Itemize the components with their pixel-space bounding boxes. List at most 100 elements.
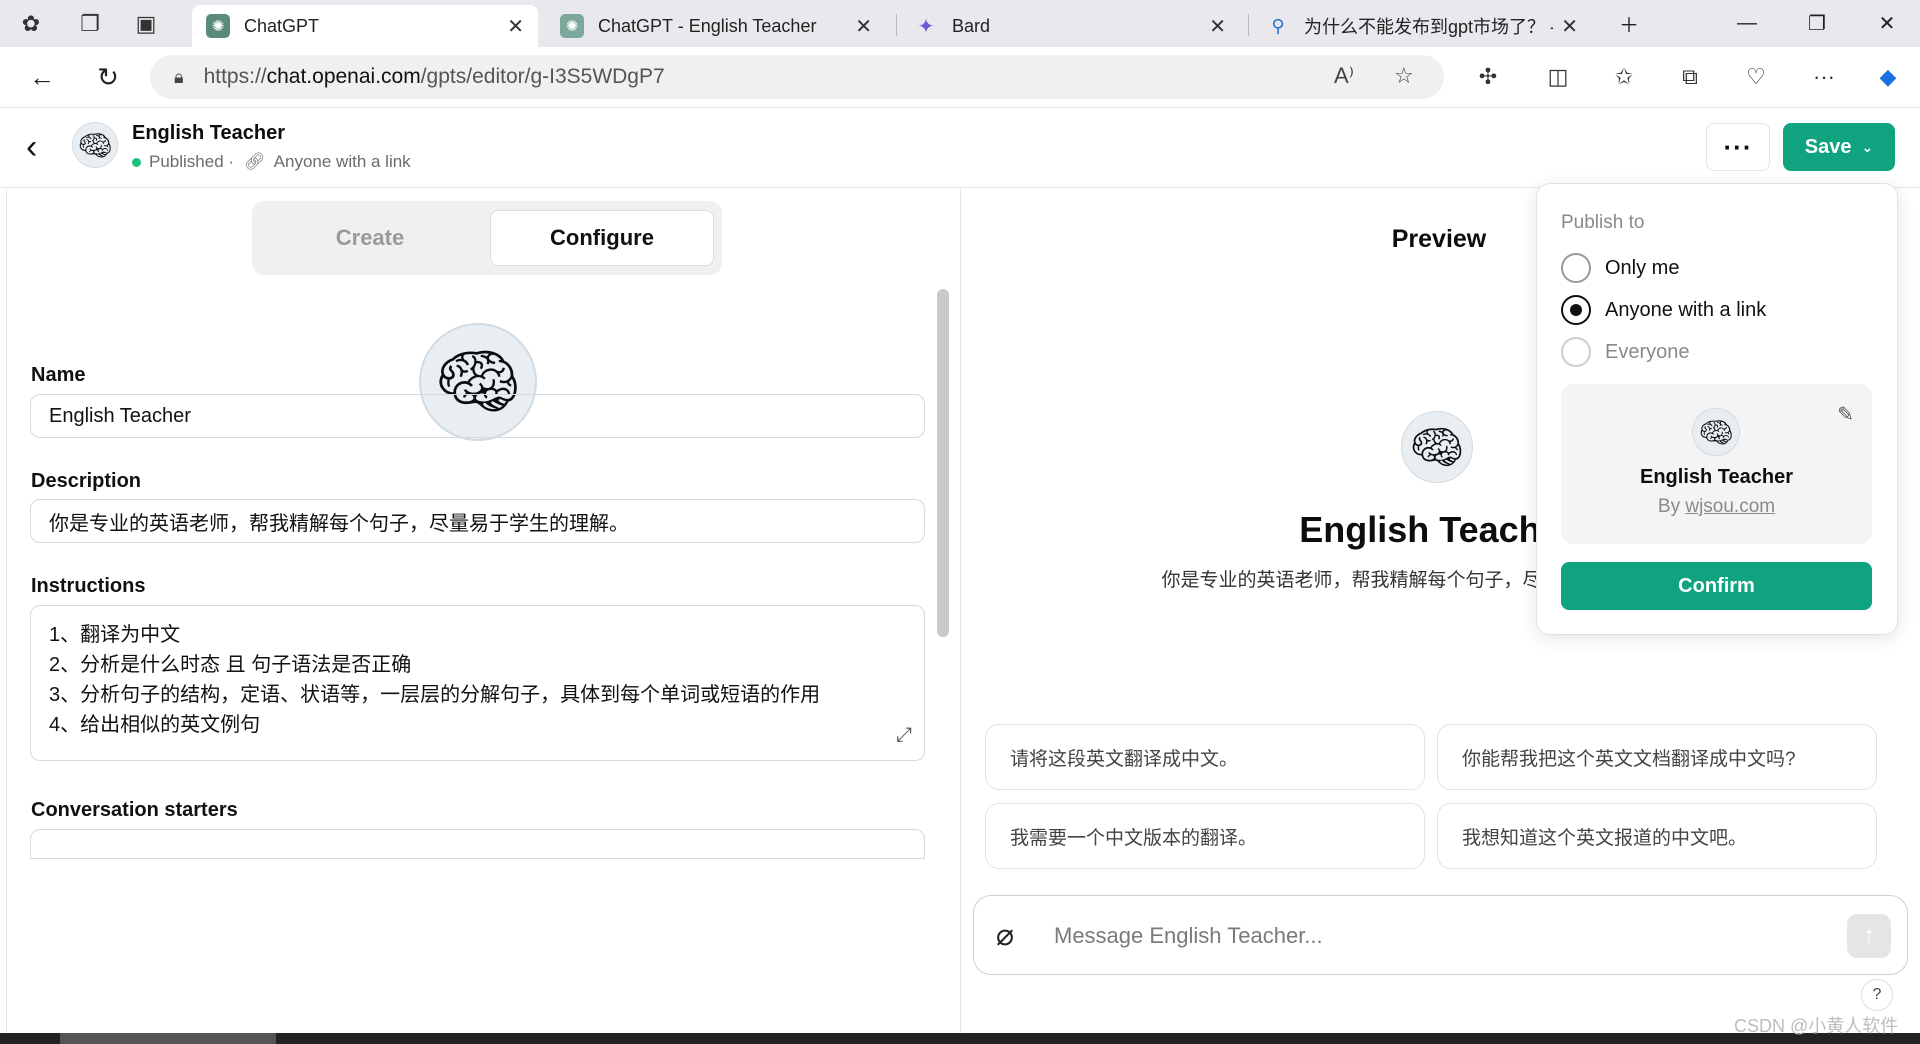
tab-configure[interactable]: Configure [490, 210, 714, 266]
watermark: CSDN @小黄人软件 [1734, 1016, 1899, 1036]
description-label: Description [31, 470, 142, 492]
url-scheme: https:// [203, 65, 267, 88]
tab-create[interactable]: Create [260, 210, 480, 266]
back-icon[interactable]: ← [22, 59, 62, 95]
instruction-line: 3、分析句子的结构，定语、状语等，一层层的分解句子，具体到每个单词或短语的作用 [49, 684, 821, 706]
instruction-line: 1、翻译为中文 [49, 624, 181, 646]
starter-chip[interactable]: 我需要一个中文版本的翻译。 [985, 803, 1425, 869]
vertical-tabs-icon[interactable]: ▣ [118, 0, 174, 47]
back-chevron-icon[interactable]: ‹ [26, 130, 37, 164]
chatgpt-icon: ✺ [206, 14, 230, 38]
gpt-profile-card: 🧠︎ ✎ English Teacher By wjsou.com [1561, 384, 1872, 544]
url-path: /gpts/editor/g-I3S5WDgP7 [420, 65, 665, 88]
radio-button-disabled [1561, 337, 1591, 367]
conversation-starter-field[interactable] [30, 829, 925, 859]
attach-paperclip-icon[interactable]: ⌀ [996, 918, 1014, 953]
instruction-line: 2、分析是什么时态 且 句子语法是否正确 [49, 654, 412, 676]
taskbar-strip [0, 1033, 1920, 1044]
browser-tab-bar: ✿ ❐ ▣ ✺ ChatGPT ✕ ✺ ChatGPT - English Te… [0, 0, 1920, 47]
favorites-icon[interactable]: ✩ [1606, 61, 1642, 93]
message-composer: ⌀ ↑ [973, 895, 1908, 975]
chevron-down-icon: ⌄ [1861, 138, 1874, 155]
expand-icon[interactable]: ⤢ [896, 720, 912, 750]
editor-mode-switch: Create Configure [252, 201, 722, 275]
publish-popover: Publish to Only me Anyone with a link Ev… [1536, 183, 1898, 635]
instructions-field[interactable]: 1、翻译为中文 2、分析是什么时态 且 句子语法是否正确 3、分析句子的结构，定… [30, 605, 925, 761]
bard-sparkle-icon: ✦ [917, 15, 935, 38]
description-field[interactable]: 你是专业的英语老师，帮我精解每个句子，尽量易于学生的理解。 [30, 499, 925, 543]
gpt-name: English Teacher [132, 122, 286, 144]
gpt-status: Published · 🔗︎ Anyone with a link [132, 152, 411, 172]
option-label: Everyone [1605, 340, 1690, 363]
scrollbar[interactable] [937, 289, 949, 637]
publish-option-everyone: Everyone [1561, 336, 1690, 368]
refresh-icon[interactable]: ↻ [88, 59, 128, 95]
link-icon: 🔗︎ [244, 152, 266, 171]
starter-chip[interactable]: 你能帮我把这个英文文档翻译成中文吗? [1437, 724, 1877, 790]
gpt-avatar: 🧠︎ [1401, 411, 1473, 483]
address-bar[interactable]: 🔒︎ https://chat.openai.com/gpts/editor/g… [150, 55, 1444, 99]
favorite-star-icon[interactable]: ☆ [1394, 63, 1414, 89]
collections-icon[interactable]: ⧉ [1672, 61, 1708, 93]
settings-more-icon[interactable]: ··· [1806, 61, 1842, 93]
send-arrow-icon[interactable]: ↑ [1847, 914, 1891, 958]
new-tab-icon[interactable]: ＋ [1594, 0, 1664, 47]
read-aloud-icon[interactable]: A⁾ [1334, 63, 1354, 89]
chatgpt-icon: ✺ [560, 14, 584, 38]
edit-pencil-icon[interactable]: ✎ [1837, 402, 1854, 427]
profile-icon[interactable]: ✿ [0, 0, 62, 47]
starter-chip[interactable]: 请将这段英文翻译成中文。 [985, 724, 1425, 790]
visibility-text: Anyone with a link [273, 152, 411, 171]
performance-icon[interactable]: ♡ [1738, 61, 1774, 93]
save-button[interactable]: Save ⌄ [1783, 123, 1895, 171]
help-button[interactable]: ? [1861, 979, 1893, 1011]
option-label: Only me [1605, 256, 1680, 279]
conversation-starters-label: Conversation starters [31, 799, 238, 821]
radio-button[interactable] [1561, 253, 1591, 283]
split-screen-icon[interactable]: ◫ [1540, 61, 1576, 93]
instructions-label: Instructions [31, 575, 146, 597]
name-field[interactable]: English Teacher [30, 394, 925, 438]
gpt-avatar: 🧠︎ [1692, 408, 1740, 456]
search-icon: ⚲ [1271, 15, 1285, 36]
tab-title: 为什么不能发布到gpt市场了？ - [1304, 17, 1554, 37]
gpt-avatar: 🧠︎ [72, 122, 118, 168]
tab-separator [896, 14, 897, 36]
radio-button-selected[interactable] [1561, 295, 1591, 325]
tab-bard[interactable]: ✦ Bard ✕ [900, 5, 1240, 47]
option-label: Anyone with a link [1605, 298, 1767, 321]
close-tab-icon[interactable]: ✕ [1209, 14, 1226, 39]
config-panel: Create Configure 🧠︎ Name English Teacher… [6, 189, 960, 1033]
card-gpt-name: English Teacher [1639, 466, 1793, 488]
tab-search[interactable]: ⚲ 为什么不能发布到gpt市场了？ - ✕ [1252, 5, 1592, 47]
author-link[interactable]: wjsou.com [1685, 496, 1775, 517]
publish-to-label: Publish to [1561, 212, 1645, 233]
instruction-line: 4、给出相似的英文例句 [49, 714, 261, 736]
message-input[interactable] [1054, 916, 1814, 956]
tab-title: Bard [952, 15, 991, 36]
close-tab-icon[interactable]: ✕ [507, 14, 524, 39]
close-tab-icon[interactable]: ✕ [1561, 14, 1578, 39]
copilot-icon[interactable]: ◆ [1870, 61, 1906, 93]
minimize-icon[interactable]: — [1712, 0, 1782, 47]
confirm-button[interactable]: Confirm [1561, 562, 1872, 610]
tab-english-teacher[interactable]: ✺ ChatGPT - English Teacher ✕ [546, 5, 886, 47]
more-options-button[interactable]: ··· [1706, 123, 1770, 171]
published-status-dot [132, 157, 141, 167]
starter-chip[interactable]: 我想知道这个英文报道的中文吧。 [1437, 803, 1877, 869]
tab-separator [1248, 14, 1249, 36]
lock-icon[interactable]: 🔒︎ [174, 67, 184, 88]
save-label: Save [1804, 135, 1852, 158]
taskbar-thumb [60, 1033, 276, 1044]
restore-icon[interactable]: ❐ [1782, 0, 1852, 47]
extensions-icon[interactable]: ✣ [1470, 61, 1506, 93]
close-tab-icon[interactable]: ✕ [855, 14, 872, 39]
workspaces-icon[interactable]: ❐ [62, 0, 118, 47]
by-label: By [1657, 496, 1681, 517]
tab-chatgpt[interactable]: ✺ ChatGPT ✕ [192, 5, 538, 47]
editor-header: ‹ 🧠︎ English Teacher Published · 🔗︎ Anyo… [0, 108, 1920, 188]
close-window-icon[interactable]: ✕ [1852, 0, 1920, 47]
card-author: By wjsou.com [1561, 496, 1872, 518]
publish-option-only-me[interactable]: Only me [1561, 252, 1679, 284]
publish-option-anyone-with-link[interactable]: Anyone with a link [1561, 294, 1766, 326]
